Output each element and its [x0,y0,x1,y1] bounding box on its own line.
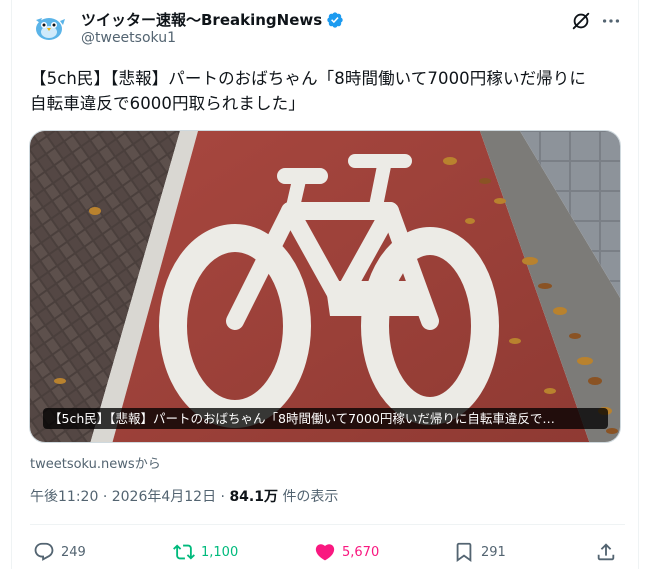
share-icon [597,543,615,561]
tweet-text-line: 【5ch民】【悲報】パートのおばちゃん「8時間働いて7000円稼いだ帰りに [30,69,586,88]
author-handle[interactable]: @tweetsoku1 [81,30,176,46]
reply-icon [34,542,54,561]
divider [30,524,625,525]
tweet-media-card[interactable]: 【5ch民】【悲報】パートのおばちゃん「8時間働いて7000円稼いだ帰りに自転車… [29,130,621,443]
tweet-header: ツイッター速報〜BreakingNews @tweetsoku1 [30,4,625,54]
bookmark-button[interactable]: 291 [453,538,506,566]
action-bar: 249 1,100 5,670 291 [30,538,625,566]
retweet-count: 1,100 [201,544,239,560]
author-display-name[interactable]: ツイッター速報〜BreakingNews [81,9,322,30]
media-caption: 【5ch民】【悲報】パートのおばちゃん「8時間働いて7000円稼いだ帰りに自転車… [43,408,608,429]
retweet-button[interactable]: 1,100 [173,538,238,566]
tweet-time[interactable]: 午後11:20 [30,489,98,505]
author-name-row[interactable]: ツイッター速報〜BreakingNews [81,9,344,30]
grok-icon[interactable] [570,10,592,32]
more-dots-icon[interactable] [600,10,622,32]
views-label: 件の表示 [282,489,339,505]
like-count: 5,670 [342,544,380,560]
tweet-text-line: 自転車違反で6000円取られました」 [30,94,305,113]
meta-separator: · [102,489,108,505]
tweet-text: 【5ch民】【悲報】パートのおばちゃん「8時間働いて7000円稼いだ帰りに 自転… [30,66,625,116]
like-button[interactable]: 5,670 [314,538,379,566]
share-button[interactable] [595,538,617,566]
avatar[interactable] [30,6,70,46]
meta-separator: · [220,489,225,505]
reply-count: 249 [61,544,86,560]
reply-button[interactable]: 249 [33,538,86,566]
retweet-icon [173,544,195,560]
bookmark-count: 291 [481,544,506,560]
link-source[interactable]: tweetsoku.newsから [30,453,161,472]
tweet-date[interactable]: 2026年4月12日 [112,489,216,505]
verified-badge-icon [327,11,343,28]
bookmark-icon [456,542,472,563]
tweet-meta: 午後11:20 · 2026年4月12日 · 84.1万 件の表示 [30,486,338,506]
heart-icon [315,544,335,561]
bike-lane-photo [30,131,620,442]
views-count: 84.1万 [229,489,278,505]
